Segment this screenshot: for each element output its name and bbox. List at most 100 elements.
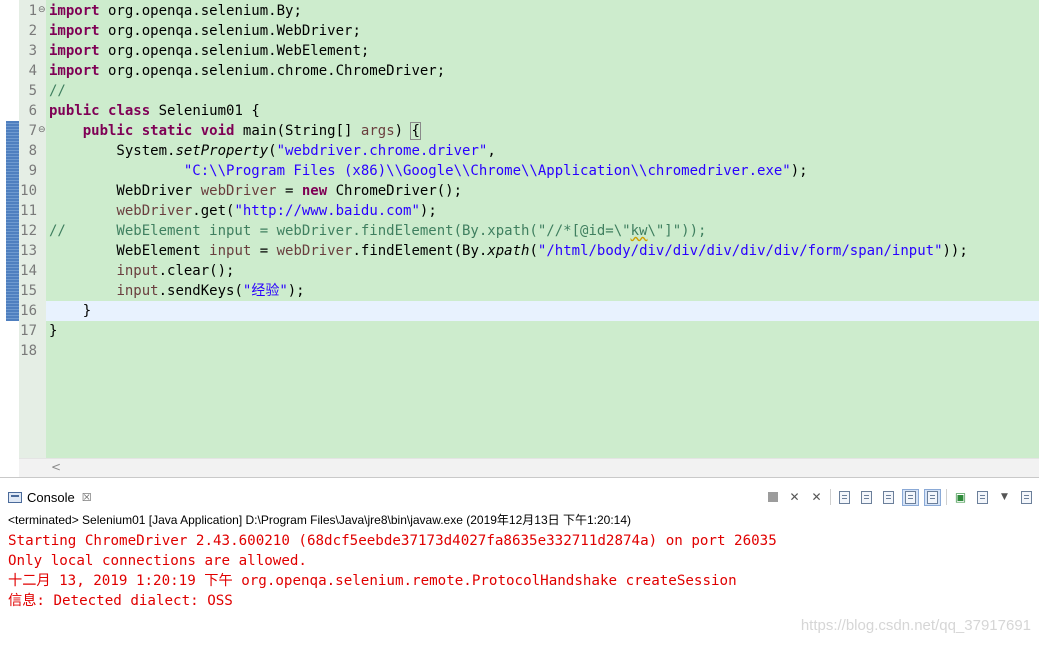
scroll-lock-icon xyxy=(861,490,872,504)
code-token: import xyxy=(49,3,100,19)
console-icon xyxy=(8,491,22,503)
code-text[interactable]: // xyxy=(49,81,66,101)
code-token: { xyxy=(410,122,421,140)
code-token: input xyxy=(209,243,252,259)
code-line: 17} xyxy=(0,321,1039,341)
code-line: 8 System.setProperty("webdriver.chrome.d… xyxy=(0,141,1039,161)
line-number: 8 xyxy=(28,143,37,159)
code-token: )); xyxy=(942,243,968,259)
code-token: WebElement xyxy=(49,243,210,259)
code-text[interactable]: import org.openqa.selenium.WebElement; xyxy=(49,41,369,61)
code-token: webDriver xyxy=(200,183,277,199)
code-token: public xyxy=(49,103,100,119)
code-text[interactable]: import org.openqa.selenium.WebDriver; xyxy=(49,21,361,41)
code-token: ChromeDriver(); xyxy=(327,183,463,199)
line-number: 13 xyxy=(20,243,37,259)
word-wrap-icon xyxy=(883,490,894,504)
code-token: new xyxy=(301,183,328,199)
clear-icon xyxy=(839,490,850,504)
scroll-lock-button[interactable] xyxy=(858,489,875,506)
code-line: 10 WebDriver webDriver = new ChromeDrive… xyxy=(0,181,1039,201)
remove-launch-button[interactable]: ✕ xyxy=(786,489,803,506)
code-text[interactable]: } xyxy=(49,321,57,341)
remove-all-terminated-button[interactable]: ✕ xyxy=(808,489,825,506)
remove-all-icon: ✕ xyxy=(811,490,822,504)
code-token: // xyxy=(49,83,66,99)
code-text[interactable]: System.setProperty("webdriver.chrome.dri… xyxy=(49,141,495,161)
code-text[interactable]: public static void main(String[] args) { xyxy=(49,121,421,141)
code-text[interactable]: WebDriver webDriver = new ChromeDriver()… xyxy=(49,181,462,201)
code-line: 15 input.sendKeys("经验"); xyxy=(0,281,1039,301)
open-console-button[interactable] xyxy=(1018,489,1035,506)
code-token: } xyxy=(49,323,58,339)
code-text[interactable]: "C:\\Program Files (x86)\\Google\\Chrome… xyxy=(49,161,808,181)
line-number: 18 xyxy=(20,343,37,359)
code-token: .get( xyxy=(192,203,235,219)
code-token: main(String[] xyxy=(234,123,361,139)
code-token: webDriver xyxy=(276,243,353,259)
line-number: 7 xyxy=(28,123,37,139)
code-token: \"]")); xyxy=(647,223,707,239)
code-text[interactable]: import org.openqa.selenium.By; xyxy=(49,1,302,21)
fold-collapse-icon[interactable]: ⊖ xyxy=(38,125,46,135)
editor-divider xyxy=(0,477,1039,478)
code-line: 3 import org.openqa.selenium.WebElement; xyxy=(0,41,1039,61)
word-wrap-button[interactable] xyxy=(880,489,897,506)
horizontal-scrollbar[interactable]: < xyxy=(19,458,1039,477)
code-token: ( xyxy=(268,143,277,159)
code-text[interactable]: } xyxy=(49,301,91,321)
code-text[interactable]: import org.openqa.selenium.chrome.Chrome… xyxy=(49,61,445,81)
code-token: "http://www.baidu.com" xyxy=(234,203,420,219)
code-token: org.openqa.selenium.WebElement; xyxy=(99,43,370,59)
code-line: 6 public class Selenium01 { xyxy=(0,101,1039,121)
code-token: input xyxy=(116,283,159,299)
pin-icon: ▣ xyxy=(954,490,967,504)
clear-console-button[interactable] xyxy=(836,489,853,506)
stop-icon xyxy=(767,492,778,502)
code-line: 9 "C:\\Program Files (x86)\\Google\\Chro… xyxy=(0,161,1039,181)
code-token: } xyxy=(49,303,92,319)
code-text[interactable]: input.sendKeys("经验"); xyxy=(49,281,305,301)
line-number: 16 xyxy=(20,303,37,319)
code-text[interactable]: webDriver.get("http://www.baidu.com"); xyxy=(49,201,436,221)
code-token: ); xyxy=(287,283,305,299)
code-token: class xyxy=(108,103,151,119)
show-on-stdout-button[interactable] xyxy=(902,488,919,506)
tab-console[interactable]: Console ☒ xyxy=(8,487,92,507)
pin-console-button[interactable]: ▣ xyxy=(952,489,969,506)
dropdown-button[interactable]: ▼ xyxy=(996,489,1013,506)
code-token: public xyxy=(82,123,134,139)
line-number: 4 xyxy=(28,63,37,79)
code-text[interactable]: input.clear(); xyxy=(49,261,234,281)
fold-collapse-icon[interactable]: ⊖ xyxy=(38,5,46,15)
code-text[interactable]: public class Selenium01 { xyxy=(49,101,260,121)
line-number: 2 xyxy=(28,23,37,39)
code-text[interactable]: // WebElement input = webDriver.findElem… xyxy=(49,221,706,241)
line-number: 6 xyxy=(28,103,37,119)
show-on-stderr-button[interactable] xyxy=(924,488,941,506)
close-icon[interactable]: ☒ xyxy=(82,491,92,504)
code-editor[interactable]: 1 ⊖ import org.openqa.selenium.By; 2 import … xyxy=(0,0,1039,478)
stdout-icon xyxy=(905,490,916,504)
code-line: 7 ⊖ public static void main(String[] args… xyxy=(0,121,1039,141)
code-token: .clear(); xyxy=(158,263,235,279)
watermark: https://blog.csdn.net/qq_37917691 xyxy=(800,617,1031,634)
display-console-button[interactable] xyxy=(974,489,991,506)
code-token: = xyxy=(251,243,277,259)
scroll-left-icon[interactable]: < xyxy=(51,460,61,474)
code-line: 11 webDriver.get("http://www.baidu.com")… xyxy=(0,201,1039,221)
console-status-line: <terminated> Selenium01 [Java Applicatio… xyxy=(8,513,631,527)
stderr-icon xyxy=(927,490,938,504)
terminate-button[interactable] xyxy=(764,489,781,506)
code-line: 1 ⊖ import org.openqa.selenium.By; xyxy=(0,1,1039,21)
line-number: 17 xyxy=(20,323,37,339)
code-text[interactable]: WebElement input = webDriver.findElement… xyxy=(49,241,968,261)
code-token: "webdriver.chrome.driver" xyxy=(276,143,488,159)
code-token: System. xyxy=(49,143,176,159)
code-line: 14 input.clear(); xyxy=(0,261,1039,281)
